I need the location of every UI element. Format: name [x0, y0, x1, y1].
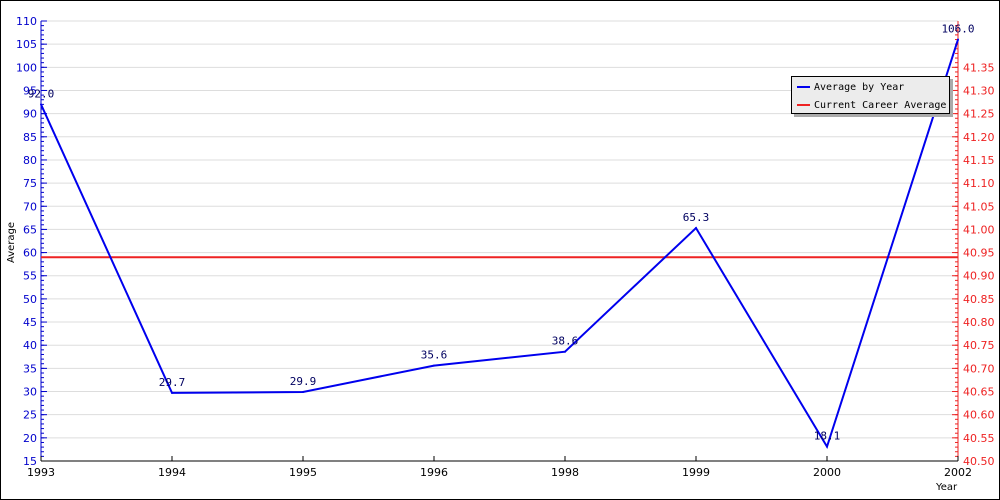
y-right-tick-label: 41.20 — [963, 131, 995, 144]
legend-swatch-blue — [797, 86, 810, 88]
y-right-tick-label: 41.35 — [963, 61, 995, 74]
data-label: 29.7 — [159, 376, 186, 389]
y-right-tick-label: 41.10 — [963, 177, 995, 190]
x-tick-label: 1998 — [551, 466, 579, 479]
legend-label: Current Career Average — [814, 99, 947, 111]
y-right-tick-label: 40.85 — [963, 293, 995, 306]
y-left-tick-label: 35 — [23, 362, 37, 375]
y-right-tick-label: 41.25 — [963, 108, 995, 121]
legend-label: Average by Year — [814, 81, 905, 93]
y-axis-left: 1520253035404550556065707580859095100105… — [16, 15, 47, 468]
y-right-tick-label: 41.15 — [963, 154, 995, 167]
y-right-tick-label: 40.95 — [963, 247, 995, 260]
y-right-tick-label: 40.55 — [963, 432, 995, 445]
x-tick-label: 1999 — [682, 466, 710, 479]
y-left-tick-label: 80 — [23, 154, 37, 167]
legend-item: Current Career Average — [792, 97, 949, 113]
y-left-tick-label: 100 — [16, 61, 37, 74]
data-label: 106.0 — [941, 23, 974, 36]
y-left-tick-label: 65 — [23, 223, 37, 236]
data-point — [302, 390, 304, 393]
x-tick-label: 2002 — [944, 466, 972, 479]
y-left-tick-label: 60 — [23, 247, 37, 260]
y-axis-title: Average — [6, 222, 17, 263]
data-point — [826, 445, 828, 448]
data-point — [957, 38, 959, 41]
y-right-tick-label: 41.00 — [963, 223, 995, 236]
legend: Average by Year Current Career Average — [791, 76, 950, 114]
y-right-tick-label: 40.60 — [963, 409, 995, 422]
y-right-tick-label: 41.30 — [963, 84, 995, 97]
y-left-tick-label: 25 — [23, 409, 37, 422]
y-left-tick-label: 75 — [23, 177, 37, 190]
y-left-tick-label: 30 — [23, 386, 37, 399]
x-tick-label: 2000 — [813, 466, 841, 479]
x-tick-label: 1995 — [289, 466, 317, 479]
legend-swatch-red — [797, 104, 810, 106]
x-axis-title: Year — [935, 482, 958, 493]
y-right-tick-label: 41.05 — [963, 200, 995, 213]
x-tick-label: 1993 — [27, 466, 55, 479]
data-point — [564, 350, 566, 353]
y-right-tick-label: 40.80 — [963, 316, 995, 329]
chart-frame: 15 20 25 30 35 40 45 50 55 60 65 70 75 80 85 90 95 100 105… — [0, 0, 1000, 500]
data-label: 18.1 — [814, 430, 841, 443]
data-label: 38.6 — [552, 335, 579, 348]
data-point — [433, 364, 435, 367]
data-label: 35.6 — [421, 349, 448, 362]
y-left-tick-label: 70 — [23, 200, 37, 213]
y-left-tick-label: 110 — [16, 15, 37, 28]
y-left-tick-label: 55 — [23, 270, 37, 283]
x-tick-label: 1994 — [158, 466, 186, 479]
data-label: 92.0 — [28, 87, 55, 100]
y-right-tick-label: 40.90 — [963, 270, 995, 283]
y-left-tick-label: 50 — [23, 293, 37, 306]
y-right-tick-label: 40.75 — [963, 339, 995, 352]
data-label: 29.9 — [290, 375, 317, 388]
y-axis-right: 40.5040.5540.6040.6540.7040.7540.8040.85… — [952, 21, 995, 468]
data-point — [40, 103, 42, 106]
y-left-tick-label: 85 — [23, 131, 37, 144]
y-right-tick-label: 40.70 — [963, 362, 995, 375]
x-axis: 1993 1994 1995 1996 1998 1999 2000 2002 — [27, 456, 972, 479]
y-left-tick-label: 105 — [16, 38, 37, 51]
y-left-tick-label: 45 — [23, 316, 37, 329]
data-point — [695, 227, 697, 230]
data-label: 65.3 — [683, 211, 710, 224]
y-left-tick-label: 40 — [23, 339, 37, 352]
legend-item: Average by Year — [792, 79, 949, 95]
y-right-tick-label: 40.65 — [963, 386, 995, 399]
data-point — [171, 391, 173, 394]
y-left-tick-label: 20 — [23, 432, 37, 445]
y-left-tick-label: 90 — [23, 108, 37, 121]
x-tick-label: 1996 — [420, 466, 448, 479]
